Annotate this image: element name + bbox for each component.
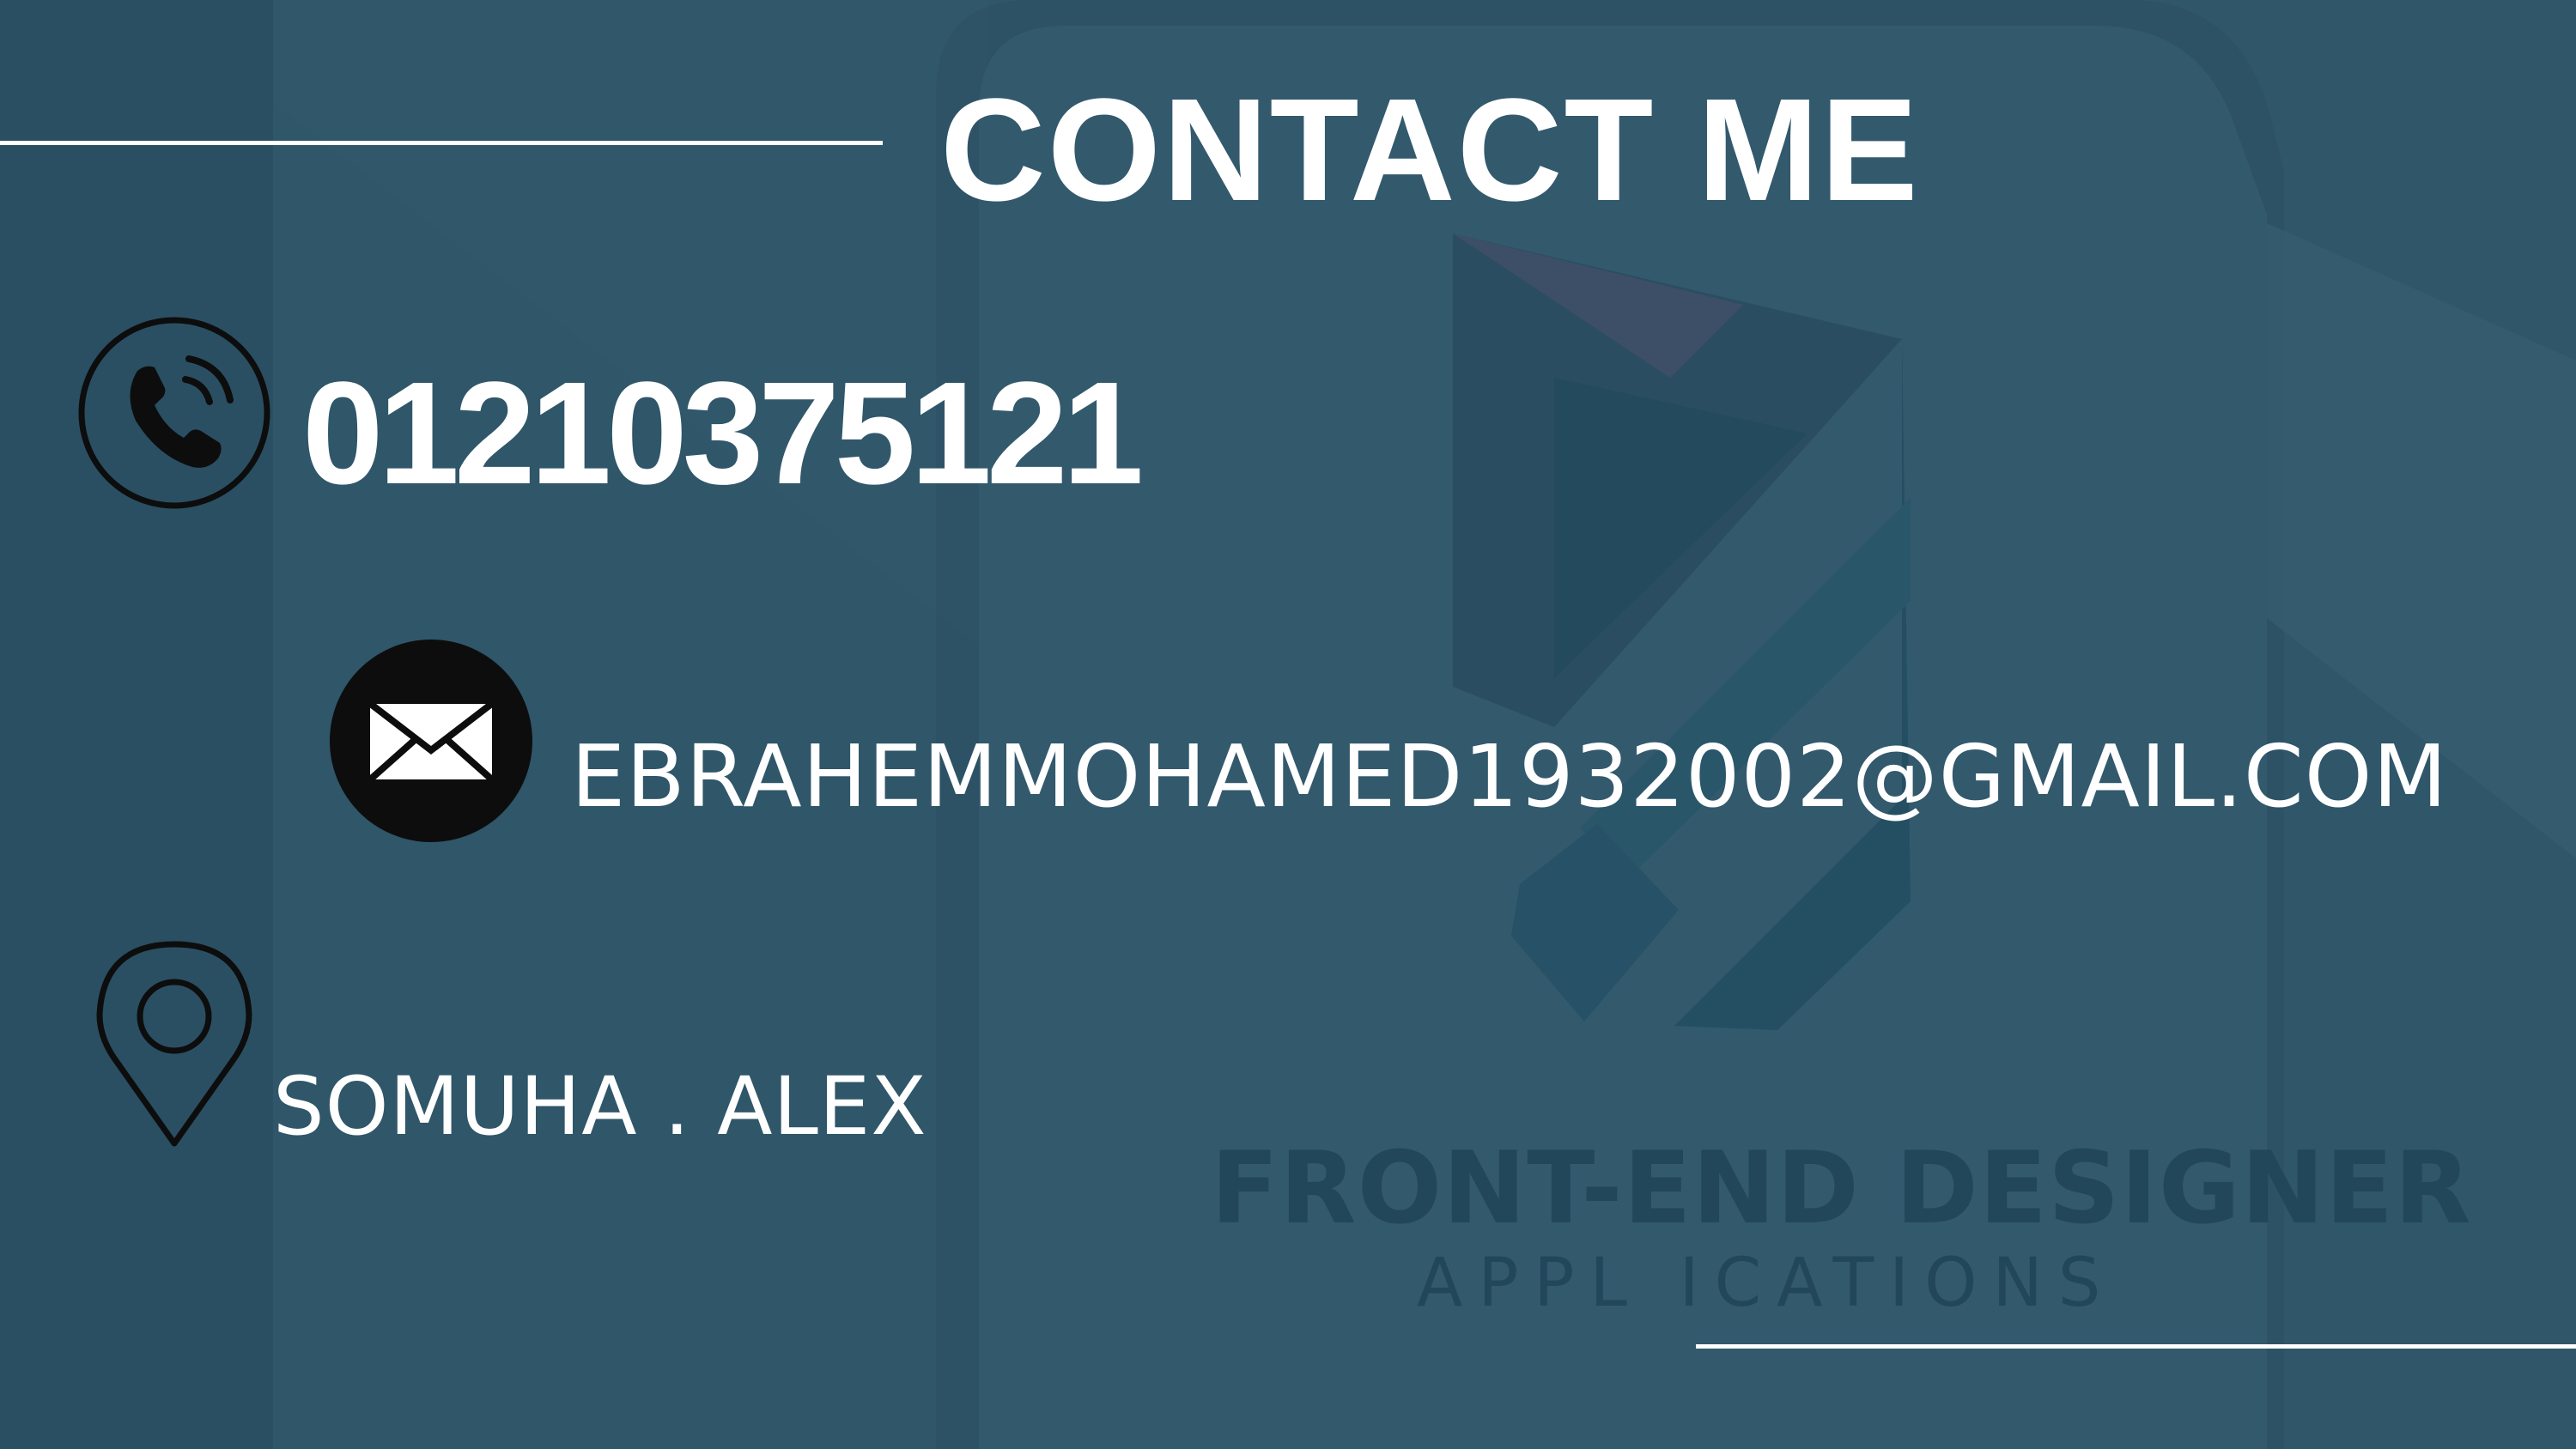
envelope-icon bbox=[330, 640, 532, 842]
bottom-right-divider bbox=[1696, 1344, 2576, 1349]
phone-ringing-icon bbox=[78, 317, 270, 509]
phone-number[interactable]: 01210375121 bbox=[302, 348, 1144, 519]
email-address[interactable]: EBRAHEMMOHAMED1932002@GMAIL.COM bbox=[571, 725, 2448, 828]
watermark-subtitle: APPL ICATIONS bbox=[1417, 1245, 2117, 1322]
watermark-title: FRONT-END DESIGNER bbox=[1211, 1131, 2472, 1246]
page-title: CONTACT ME bbox=[940, 69, 1920, 232]
address: SOMUHA . ALEX bbox=[273, 1060, 927, 1154]
map-pin-icon bbox=[96, 941, 252, 1147]
top-left-divider bbox=[0, 141, 883, 145]
